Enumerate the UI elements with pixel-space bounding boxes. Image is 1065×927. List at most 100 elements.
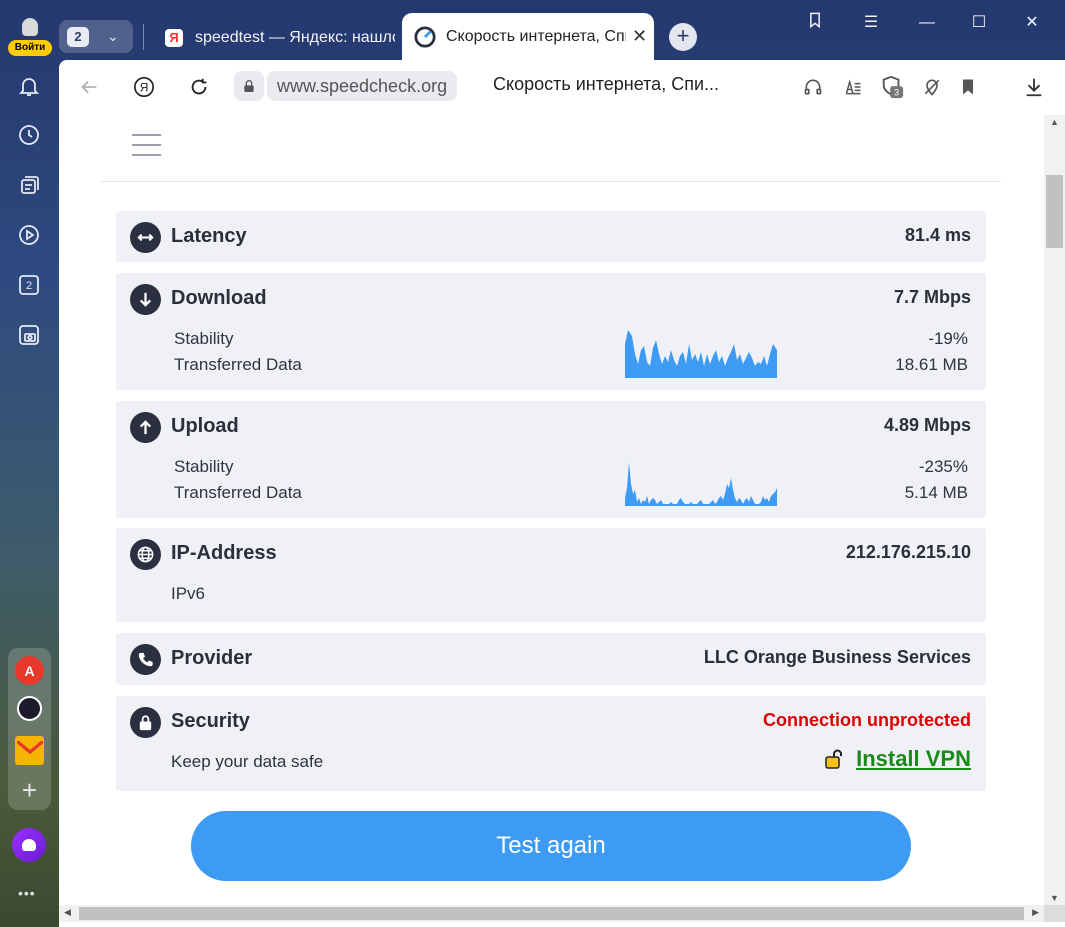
bookmarks-panel-icon[interactable] <box>800 10 830 36</box>
upload-arrow-icon <box>130 412 161 443</box>
tab-speedcheck[interactable]: Скорость интернета, Спидтест ✕ <box>402 13 654 60</box>
translate-app-icon[interactable]: A <box>15 656 44 685</box>
upload-stability-value: -235% <box>918 457 968 476</box>
upload-label: Upload <box>171 415 239 437</box>
latency-label: Latency <box>171 225 247 247</box>
new-tab-button[interactable]: + <box>669 23 697 51</box>
ip-address-value: 212.176.215.10 <box>845 542 971 562</box>
horizontal-scrollbar[interactable]: ◀ ▶ <box>59 905 1044 922</box>
latency-card: Latency 81.4 ms <box>116 211 986 262</box>
latency-value: 81.4 ms <box>904 225 971 245</box>
page-title: Скорость интернета, Спи... <box>493 74 720 94</box>
ip-version: IPv6 <box>171 584 206 603</box>
download-arrow-icon <box>130 284 161 315</box>
security-status: Connection unprotected <box>763 710 971 730</box>
ip-address-card: IP-Address 212.176.215.10 IPv6 <box>116 528 986 622</box>
minimize-icon[interactable]: — <box>912 10 942 36</box>
alice-assistant-icon[interactable] <box>12 828 46 862</box>
provider-card: Provider LLC Orange Business Services <box>116 633 986 685</box>
upload-transferred-value: 5.14 MB <box>904 483 968 502</box>
upload-stability-label: Stability <box>174 457 234 476</box>
yandex-favicon-icon: Я <box>165 29 183 47</box>
upload-sparkline <box>625 462 777 506</box>
browser-sidebar: Войти 2 A + ••• <box>0 0 59 927</box>
scroll-right-icon[interactable]: ▶ <box>1032 907 1039 918</box>
tab-title: Скорость интернета, Спидтест <box>446 27 626 45</box>
speedcheck-favicon-icon <box>414 25 436 48</box>
scroll-down-icon[interactable]: ▼ <box>1050 893 1059 903</box>
history-icon[interactable] <box>14 120 44 150</box>
login-label: Войти <box>8 40 52 56</box>
bell-icon[interactable] <box>14 71 44 101</box>
scroll-up-icon[interactable]: ▲ <box>1050 117 1059 127</box>
svg-text:2: 2 <box>26 280 32 292</box>
tab-divider <box>143 24 144 50</box>
globe-icon <box>130 539 161 570</box>
url-domain[interactable]: www.speedcheck.org <box>267 71 458 101</box>
upload-value: 4.89 Mbps <box>883 415 971 435</box>
sidebar-apps-panel: A + <box>8 648 51 810</box>
vertical-scrollbar[interactable]: ▲ ▼ <box>1044 115 1065 905</box>
upload-transferred-label: Transferred Data <box>174 483 302 502</box>
download-stability-label: Stability <box>174 329 234 348</box>
download-stability-value: -19% <box>928 329 968 348</box>
header-divider <box>101 181 1001 182</box>
svg-text:3: 3 <box>894 87 899 97</box>
reader-mode-icon[interactable] <box>840 74 866 100</box>
scrollbar-corner <box>1044 905 1065 922</box>
location-off-icon[interactable] <box>919 74 945 100</box>
scroll-left-icon[interactable]: ◀ <box>64 907 71 918</box>
hamburger-menu-icon[interactable] <box>132 134 161 156</box>
test-again-button[interactable]: Test again <box>191 811 911 881</box>
page-content: Latency 81.4 ms Download 7.7 Mbps Stabil… <box>59 115 1044 905</box>
bookmark-icon[interactable] <box>955 74 981 100</box>
phone-icon <box>130 644 161 675</box>
download-value: 7.7 Mbps <box>893 287 971 307</box>
sidebar-more-icon[interactable]: ••• <box>18 885 36 901</box>
security-note: Keep your data safe <box>171 752 324 771</box>
latency-arrows-icon <box>130 222 161 253</box>
provider-value: LLC Orange Business Services <box>703 647 971 667</box>
download-sparkline <box>625 330 777 378</box>
tab-yandex-search[interactable]: Я speedtest — Яндекс: нашлось <box>147 18 397 58</box>
maximize-icon[interactable]: ☐ <box>964 10 994 36</box>
lock-icon <box>130 707 161 738</box>
download-icon[interactable] <box>1021 74 1047 100</box>
download-transferred-value: 18.61 MB <box>895 355 968 374</box>
music-app-icon[interactable] <box>17 696 42 721</box>
download-label: Download <box>171 287 267 309</box>
scroll-thumb[interactable] <box>1046 175 1063 248</box>
mail-app-icon[interactable] <box>15 736 44 765</box>
close-window-icon[interactable]: ✕ <box>1017 10 1047 36</box>
security-label: Security <box>171 710 250 732</box>
scroll-thumb-horizontal[interactable] <box>79 907 1024 920</box>
add-app-icon[interactable]: + <box>15 775 44 805</box>
svg-text:Я: Я <box>140 81 149 95</box>
security-card: Security Connection unprotected Keep you… <box>116 696 986 791</box>
close-tab-icon[interactable]: ✕ <box>632 26 647 47</box>
install-vpn-link[interactable]: Install VPN <box>824 746 971 772</box>
tab-group-button[interactable]: 2 ⌄ <box>59 20 133 53</box>
ip-address-label: IP-Address <box>171 542 277 564</box>
install-vpn-label: Install VPN <box>856 746 971 771</box>
download-transferred-label: Transferred Data <box>174 355 302 374</box>
video-icon[interactable] <box>14 220 44 250</box>
login-button[interactable]: Войти <box>8 18 52 56</box>
menu-icon[interactable]: ☰ <box>856 10 886 36</box>
download-card: Download 7.7 Mbps Stability Transferred … <box>116 273 986 390</box>
chevron-down-icon: ⌄ <box>107 28 119 44</box>
toolbar: Я www.speedcheck.org Скорость интернета,… <box>59 60 1065 115</box>
address-bar[interactable]: www.speedcheck.org <box>234 70 473 102</box>
vpn-lock-icon <box>825 749 843 769</box>
yandex-home-button[interactable]: Я <box>129 72 159 102</box>
lock-icon[interactable] <box>234 71 264 101</box>
tab-counter-icon[interactable]: 2 <box>14 270 44 300</box>
screenshot-icon[interactable] <box>14 320 44 350</box>
headphones-icon[interactable] <box>800 74 826 100</box>
reload-button[interactable] <box>184 72 214 102</box>
upload-card: Upload 4.89 Mbps Stability Transferred D… <box>116 401 986 518</box>
tab-count: 2 <box>67 27 89 47</box>
collections-icon[interactable] <box>14 170 44 200</box>
protect-shield-icon[interactable]: 3 <box>879 74 905 100</box>
back-button[interactable] <box>74 72 104 102</box>
